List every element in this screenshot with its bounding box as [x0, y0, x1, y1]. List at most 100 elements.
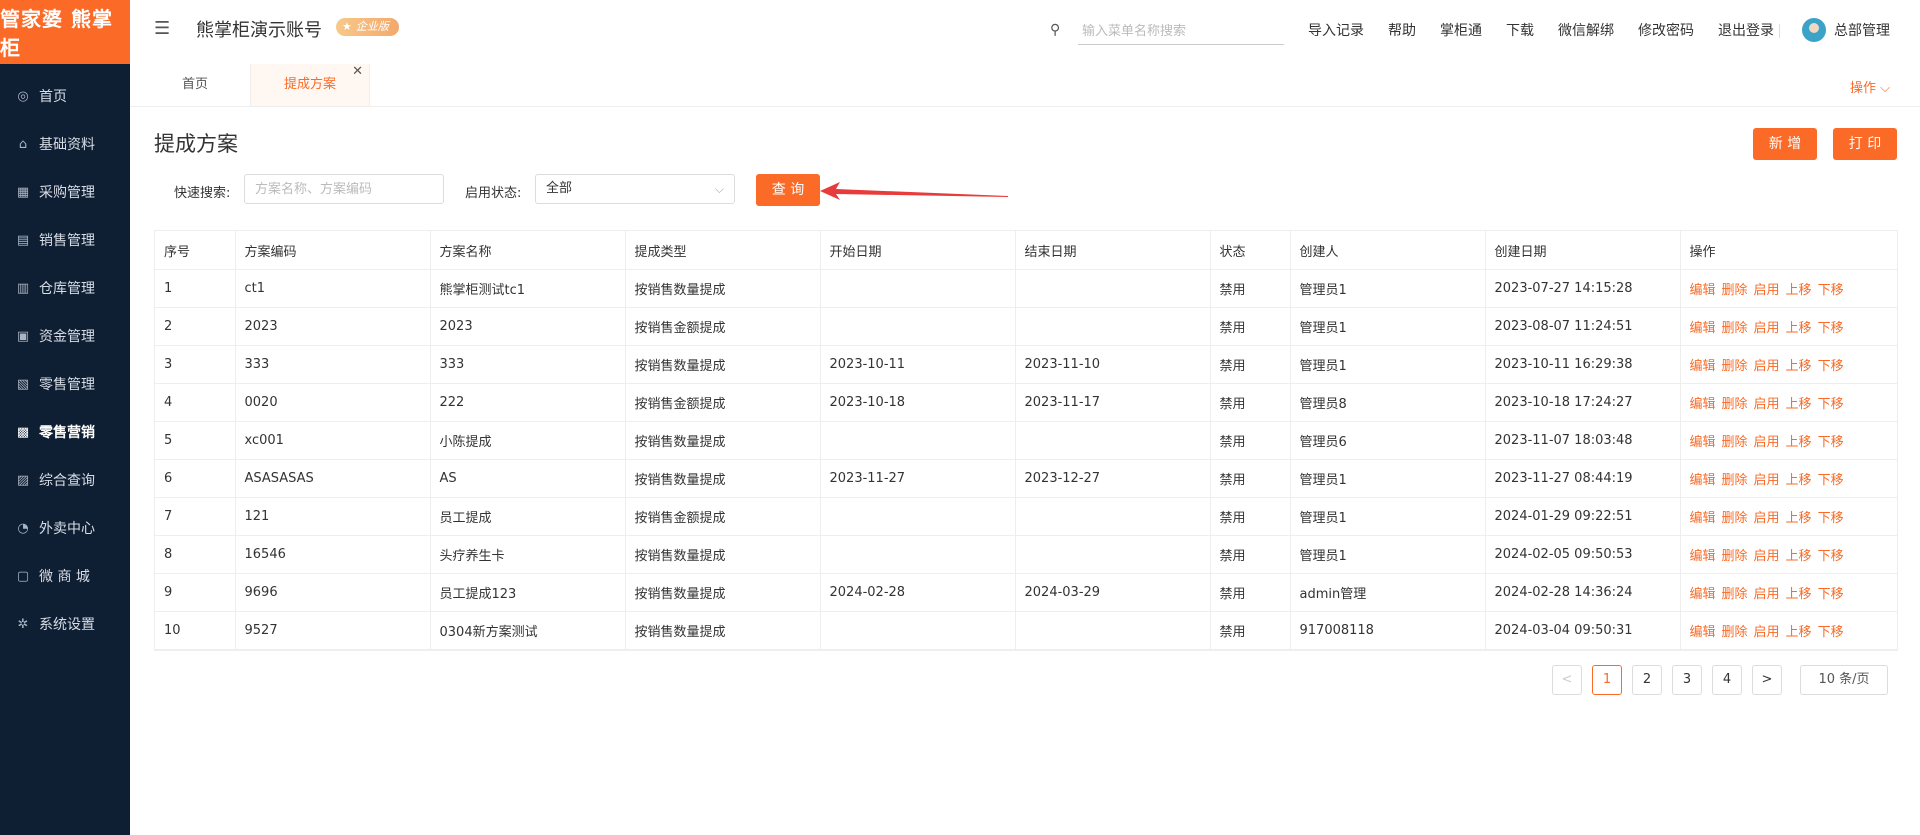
- sidebar-item[interactable]: ◔ 外卖中心: [0, 504, 130, 552]
- sidebar-item[interactable]: ▤ 销售管理: [0, 216, 130, 264]
- row-action-link[interactable]: 删除: [1722, 321, 1748, 336]
- add-button[interactable]: 新 增: [1753, 128, 1817, 160]
- row-action-link[interactable]: 删除: [1722, 511, 1748, 526]
- row-action-link[interactable]: 启用: [1754, 397, 1780, 412]
- row-action-link[interactable]: 删除: [1722, 625, 1748, 640]
- page-number-button[interactable]: 3: [1672, 665, 1702, 695]
- page-number-button[interactable]: 4: [1712, 665, 1742, 695]
- row-action-link[interactable]: 启用: [1754, 435, 1780, 450]
- sidebar-item[interactable]: ▢ 微 商 城: [0, 552, 130, 600]
- row-action-link[interactable]: 下移: [1818, 435, 1844, 450]
- next-page-button[interactable]: >: [1752, 665, 1782, 695]
- row-action-link[interactable]: 编辑: [1690, 283, 1716, 298]
- row-action-link[interactable]: 删除: [1722, 397, 1748, 412]
- row-action-link[interactable]: 删除: [1722, 359, 1748, 374]
- table-cell: 禁用: [1210, 421, 1291, 460]
- sidebar-item[interactable]: ⌂ 基础资料: [0, 120, 130, 168]
- row-action-link[interactable]: 下移: [1818, 283, 1844, 298]
- sidebar-item[interactable]: ▧ 零售管理: [0, 360, 130, 408]
- row-action-link[interactable]: 编辑: [1690, 435, 1716, 450]
- sidebar-item[interactable]: ✲ 系统设置: [0, 600, 130, 648]
- row-action-link[interactable]: 下移: [1818, 473, 1844, 488]
- sidebar-item[interactable]: ▨ 综合查询: [0, 456, 130, 504]
- row-action-link[interactable]: 下移: [1818, 397, 1844, 412]
- user-menu[interactable]: 总部管理: [1802, 18, 1890, 42]
- row-action-link[interactable]: 编辑: [1690, 625, 1716, 640]
- sidebar-item-label: 系统设置: [39, 617, 95, 633]
- row-action-link[interactable]: 上移: [1786, 549, 1812, 564]
- row-action-link[interactable]: 编辑: [1690, 511, 1716, 526]
- row-action-link[interactable]: 启用: [1754, 587, 1780, 602]
- column-header: 提成类型: [625, 231, 821, 270]
- row-action-link[interactable]: 启用: [1754, 511, 1780, 526]
- header-link[interactable]: 导入记录: [1308, 20, 1364, 40]
- row-action-link[interactable]: 编辑: [1690, 587, 1716, 602]
- row-action-link[interactable]: 下移: [1818, 511, 1844, 526]
- table-cell: 禁用: [1210, 383, 1291, 422]
- print-button[interactable]: 打 印: [1833, 128, 1897, 160]
- row-action-link[interactable]: 删除: [1722, 549, 1748, 564]
- header-link[interactable]: 修改密码: [1638, 20, 1694, 40]
- query-button[interactable]: 查 询: [756, 174, 820, 206]
- row-action-link[interactable]: 删除: [1722, 435, 1748, 450]
- menu-collapse-icon[interactable]: ☰: [154, 20, 172, 38]
- close-icon[interactable]: ✕: [352, 51, 363, 93]
- row-action-link[interactable]: 上移: [1786, 321, 1812, 336]
- header-link[interactable]: 帮助: [1388, 20, 1416, 40]
- page-number-button[interactable]: 2: [1632, 665, 1662, 695]
- sidebar-item[interactable]: ▣ 资金管理: [0, 312, 130, 360]
- row-action-link[interactable]: 删除: [1722, 283, 1748, 298]
- sidebar-item[interactable]: ▩ 零售营销: [0, 408, 130, 456]
- column-header: 状态: [1210, 231, 1291, 270]
- tabs-operations-dropdown[interactable]: 操作 ⌵: [1850, 77, 1890, 96]
- row-action-link[interactable]: 启用: [1754, 625, 1780, 640]
- status-select-value: 全部: [546, 181, 573, 196]
- row-actions: 编辑 删除 启用 上移 下移: [1680, 383, 1898, 422]
- row-action-link[interactable]: 下移: [1818, 321, 1844, 336]
- row-action-link[interactable]: 下移: [1818, 359, 1844, 374]
- page-size-select[interactable]: 10 条/页: [1800, 665, 1888, 695]
- row-action-link[interactable]: 上移: [1786, 511, 1812, 526]
- row-action-link[interactable]: 下移: [1818, 625, 1844, 640]
- row-action-link[interactable]: 启用: [1754, 549, 1780, 564]
- page-number-button[interactable]: 1: [1592, 665, 1622, 695]
- row-action-link[interactable]: 启用: [1754, 283, 1780, 298]
- tab-commission-plan[interactable]: 提成方案 ✕: [250, 64, 370, 106]
- search-icon[interactable]: ⚲: [1050, 22, 1060, 38]
- row-action-link[interactable]: 下移: [1818, 587, 1844, 602]
- tab-home[interactable]: 首页: [160, 64, 230, 106]
- row-action-link[interactable]: 编辑: [1690, 321, 1716, 336]
- column-header: 开始日期: [820, 231, 1016, 270]
- quick-search-input[interactable]: [244, 174, 444, 204]
- row-action-link[interactable]: 下移: [1818, 549, 1844, 564]
- row-action-link[interactable]: 上移: [1786, 625, 1812, 640]
- menu-search: ⚲: [1050, 18, 1284, 46]
- sidebar-item[interactable]: ▦ 采购管理: [0, 168, 130, 216]
- top-header: ☰ 熊掌柜演示账号 ★企业版 ⚲ 导入记录 帮助 掌柜通 下载 微信解绑 修改密码 退出登录…: [130, 0, 1920, 65]
- row-action-link[interactable]: 编辑: [1690, 549, 1716, 564]
- row-action-link[interactable]: 上移: [1786, 283, 1812, 298]
- row-action-link[interactable]: 启用: [1754, 359, 1780, 374]
- row-action-link[interactable]: 启用: [1754, 473, 1780, 488]
- sidebar-item[interactable]: ▥ 仓库管理: [0, 264, 130, 312]
- header-link[interactable]: 掌柜通: [1440, 20, 1482, 40]
- header-link[interactable]: 退出登录: [1718, 20, 1774, 40]
- row-action-link[interactable]: 启用: [1754, 321, 1780, 336]
- row-action-link[interactable]: 编辑: [1690, 473, 1716, 488]
- header-link[interactable]: 微信解绑: [1558, 20, 1614, 40]
- prev-page-button[interactable]: <: [1552, 665, 1582, 695]
- row-action-link[interactable]: 上移: [1786, 435, 1812, 450]
- header-link[interactable]: 下载: [1506, 20, 1534, 40]
- row-action-link[interactable]: 删除: [1722, 587, 1748, 602]
- status-select[interactable]: 全部 ⌵: [535, 174, 735, 204]
- row-action-link[interactable]: 上移: [1786, 397, 1812, 412]
- row-action-link[interactable]: 上移: [1786, 359, 1812, 374]
- menu-search-input[interactable]: [1078, 18, 1284, 45]
- row-action-link[interactable]: 上移: [1786, 473, 1812, 488]
- row-action-link[interactable]: 编辑: [1690, 397, 1716, 412]
- sidebar-item[interactable]: ◎ 首页: [0, 72, 130, 120]
- row-action-link[interactable]: 上移: [1786, 587, 1812, 602]
- row-action-link[interactable]: 编辑: [1690, 359, 1716, 374]
- row-action-link[interactable]: 删除: [1722, 473, 1748, 488]
- row-actions: 编辑 删除 启用 上移 下移: [1680, 611, 1898, 650]
